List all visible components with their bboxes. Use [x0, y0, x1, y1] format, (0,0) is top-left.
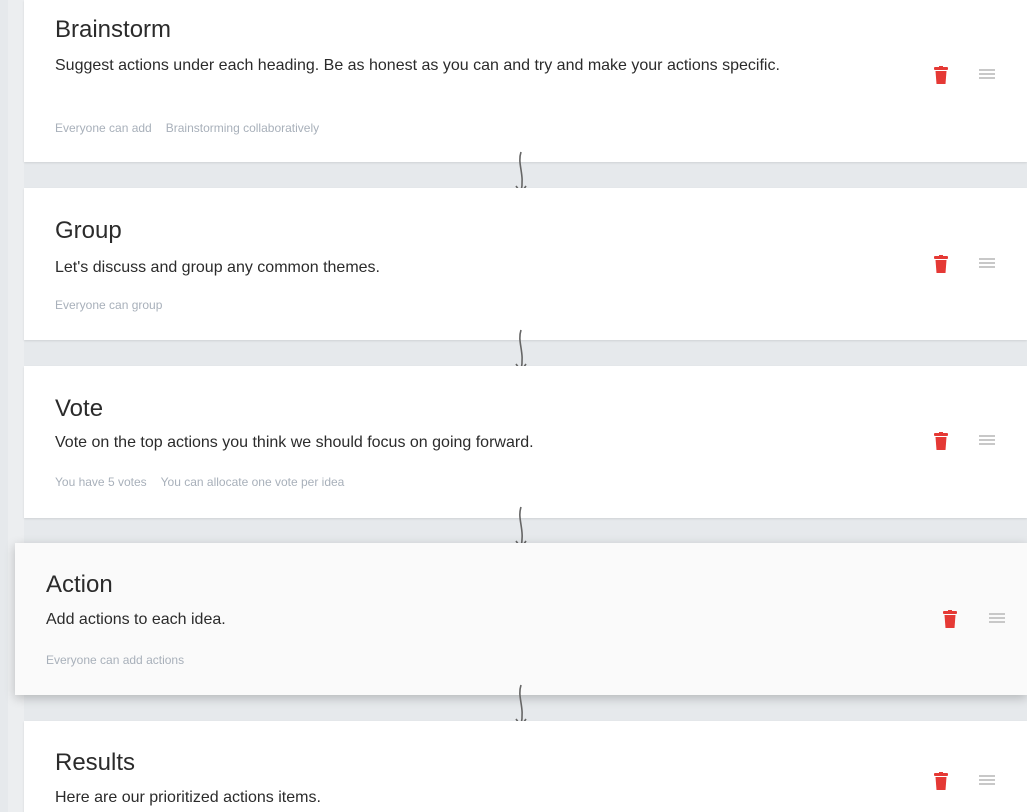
stage-card-brainstorm[interactable]: Brainstorm Suggest actions under each he… [24, 0, 1027, 162]
stage-meta-allocation: You can allocate one vote per idea [160, 475, 345, 489]
stage-card-results[interactable]: Results Here are our prioritized actions… [24, 721, 1027, 812]
stage-meta: You have 5 votes You can allocate one vot… [55, 475, 344, 489]
stage-card-group[interactable]: Group Let's discuss and group any common… [24, 188, 1027, 340]
stage-card-vote[interactable]: Vote Vote on the top actions you think w… [24, 366, 1027, 518]
trash-icon[interactable] [934, 772, 948, 790]
drag-handle-icon[interactable] [979, 68, 995, 80]
trash-icon[interactable] [934, 66, 948, 84]
stage-meta: Everyone can group [55, 298, 162, 312]
trash-icon[interactable] [934, 432, 948, 450]
drag-handle-icon[interactable] [979, 434, 995, 446]
stage-title: Action [46, 571, 113, 598]
trash-icon[interactable] [934, 255, 948, 273]
stage-title: Brainstorm [55, 16, 172, 43]
stage-meta-permission: Everyone can add [55, 121, 152, 135]
drag-handle-icon[interactable] [989, 612, 1005, 624]
stage-description: Let's discuss and group any common theme… [55, 259, 380, 276]
stage-description: Here are our prioritized actions items. [55, 789, 321, 806]
stage-meta: Everyone can add Brainstorming collaborat… [55, 121, 319, 135]
stage-meta-permission: Everyone can group [55, 298, 163, 312]
trash-icon[interactable] [943, 610, 957, 628]
stage-title: Results [55, 749, 136, 776]
stage-title: Group [55, 217, 122, 244]
stage-meta-mode: Brainstorming collaboratively [165, 121, 320, 135]
stage-meta: Everyone can add actions [46, 653, 184, 667]
stage-description: Vote on the top actions you think we sho… [55, 434, 534, 451]
drag-handle-icon[interactable] [979, 774, 995, 786]
stage-description: Suggest actions under each heading. Be a… [55, 57, 780, 74]
stage-description: Add actions to each idea. [46, 611, 226, 628]
stage-title: Vote [55, 395, 104, 422]
drag-handle-icon[interactable] [979, 257, 995, 269]
stage-card-action[interactable]: Action Add actions to each idea. Everyon… [15, 543, 1027, 695]
stage-meta-permission: Everyone can add actions [46, 653, 185, 667]
retro-stages-page: Brainstorm Suggest actions under each he… [0, 0, 1027, 812]
stage-meta-votes: You have 5 votes [55, 475, 147, 489]
